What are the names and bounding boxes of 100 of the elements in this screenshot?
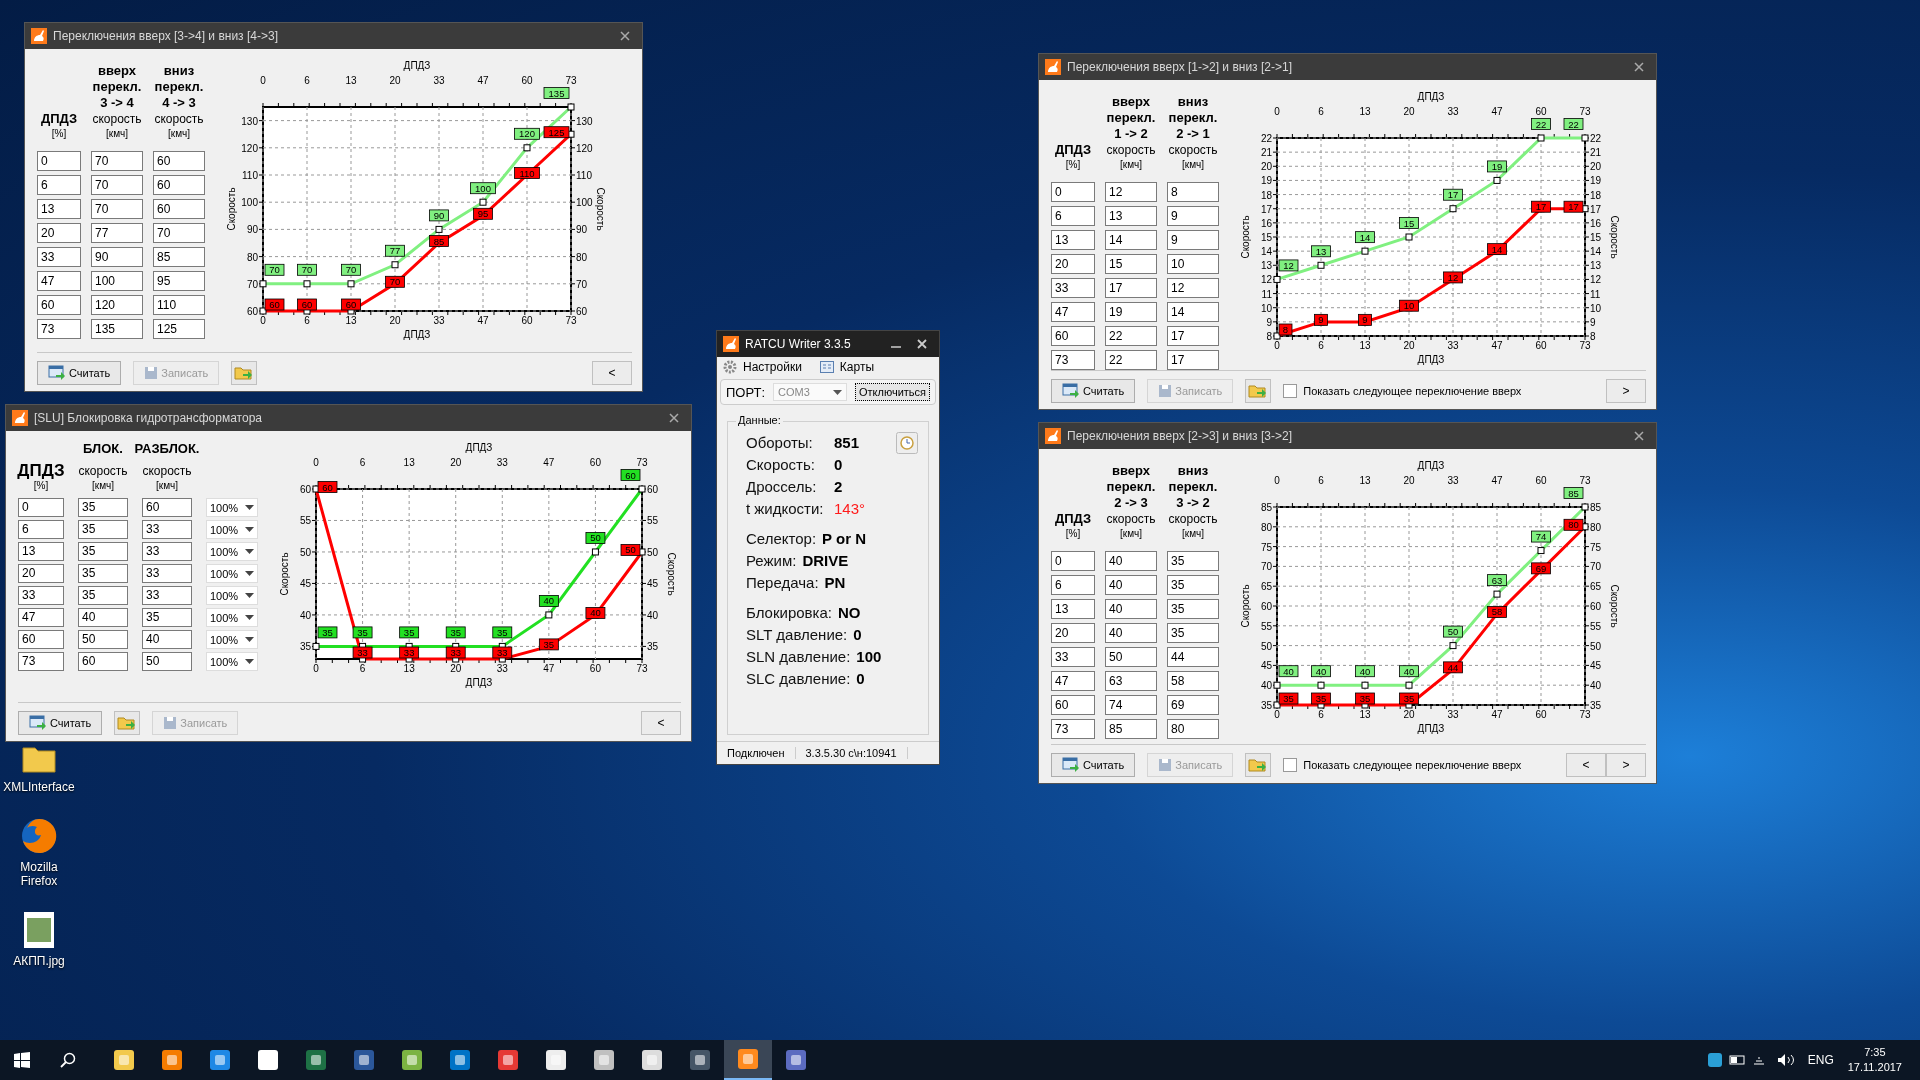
desktop-icon-label[interactable]: АКПП.jpg xyxy=(13,954,65,968)
close-icon[interactable] xyxy=(1634,62,1644,72)
value-field[interactable]: 110 xyxy=(153,295,205,315)
value-field[interactable]: 22 xyxy=(1105,326,1157,346)
close-icon[interactable] xyxy=(669,413,679,423)
percent-dropdown[interactable]: 100% xyxy=(206,520,258,539)
value-field[interactable]: 20 xyxy=(1051,254,1095,274)
value-field[interactable]: 35 xyxy=(1167,623,1219,643)
value-field[interactable]: 35 xyxy=(78,520,128,539)
value-field[interactable]: 40 xyxy=(1105,575,1157,595)
value-field[interactable]: 85 xyxy=(1105,719,1157,739)
nav-button[interactable]: < xyxy=(592,361,632,385)
value-field[interactable]: 77 xyxy=(91,223,143,243)
value-field[interactable]: 125 xyxy=(153,319,205,339)
value-field[interactable]: 20 xyxy=(37,223,81,243)
value-field[interactable]: 44 xyxy=(1167,647,1219,667)
value-field[interactable]: 17 xyxy=(1167,326,1219,346)
value-field[interactable]: 100 xyxy=(91,271,143,291)
taskbar-button[interactable] xyxy=(724,1040,772,1080)
value-field[interactable]: 73 xyxy=(1051,719,1095,739)
value-field[interactable]: 47 xyxy=(1051,671,1095,691)
percent-dropdown[interactable]: 100% xyxy=(206,498,258,517)
value-field[interactable]: 35 xyxy=(78,586,128,605)
value-field[interactable]: 20 xyxy=(18,564,64,583)
value-field[interactable]: 40 xyxy=(78,608,128,627)
value-field[interactable]: 60 xyxy=(18,630,64,649)
show-next-checkbox[interactable]: Показать следующее переключение вверх xyxy=(1283,384,1522,398)
value-field[interactable]: 13 xyxy=(18,542,64,561)
value-field[interactable]: 47 xyxy=(37,271,81,291)
value-field[interactable]: 9 xyxy=(1167,206,1219,226)
value-field[interactable]: 60 xyxy=(78,652,128,671)
percent-dropdown[interactable]: 100% xyxy=(206,652,258,671)
value-field[interactable]: 33 xyxy=(18,586,64,605)
disconnect-button[interactable]: Отключиться xyxy=(854,383,930,401)
value-field[interactable]: 13 xyxy=(1105,206,1157,226)
value-field[interactable]: 33 xyxy=(1051,647,1095,667)
search-icon[interactable] xyxy=(60,1052,76,1068)
value-field[interactable]: 63 xyxy=(1105,671,1157,691)
value-field[interactable]: 9 xyxy=(1167,230,1219,250)
value-field[interactable]: 12 xyxy=(1105,182,1157,202)
value-field[interactable]: 6 xyxy=(1051,575,1095,595)
value-field[interactable]: 0 xyxy=(1051,182,1095,202)
value-field[interactable]: 35 xyxy=(142,608,192,627)
value-field[interactable]: 33 xyxy=(1051,278,1095,298)
value-field[interactable]: 40 xyxy=(1105,623,1157,643)
show-next-checkbox[interactable]: Показать следующее переключение вверх xyxy=(1283,758,1522,772)
value-field[interactable]: 73 xyxy=(18,652,64,671)
value-field[interactable]: 135 xyxy=(91,319,143,339)
action-button[interactable]: Считать xyxy=(1051,379,1136,403)
value-field[interactable]: 47 xyxy=(18,608,64,627)
value-field[interactable]: 73 xyxy=(1051,350,1095,370)
image-file-icon[interactable] xyxy=(21,910,57,950)
nav-button[interactable]: < xyxy=(1566,753,1606,777)
value-field[interactable]: 50 xyxy=(1105,647,1157,667)
close-icon[interactable] xyxy=(1634,431,1644,441)
value-field[interactable]: 120 xyxy=(91,295,143,315)
value-field[interactable]: 10 xyxy=(1167,254,1219,274)
value-field[interactable]: 70 xyxy=(153,223,205,243)
globe-icon[interactable] xyxy=(19,816,59,856)
value-field[interactable]: 14 xyxy=(1105,230,1157,250)
value-field[interactable]: 74 xyxy=(1105,695,1157,715)
action-button[interactable]: Считать xyxy=(18,711,103,735)
value-field[interactable]: 12 xyxy=(1167,278,1219,298)
value-field[interactable]: 60 xyxy=(153,151,205,171)
value-field[interactable]: 33 xyxy=(142,586,192,605)
value-field[interactable]: 69 xyxy=(1167,695,1219,715)
nav-button[interactable]: < xyxy=(641,711,681,735)
percent-dropdown[interactable]: 100% xyxy=(206,630,258,649)
tray-icons[interactable] xyxy=(1707,1052,1794,1068)
action-button[interactable]: Считать xyxy=(1051,753,1136,777)
value-field[interactable]: 0 xyxy=(37,151,81,171)
value-field[interactable]: 8 xyxy=(1167,182,1219,202)
value-field[interactable]: 70 xyxy=(91,175,143,195)
clock[interactable]: 7:35 17.11.2017 xyxy=(1847,1045,1902,1075)
value-field[interactable]: 50 xyxy=(78,630,128,649)
menu-item[interactable]: Настройки xyxy=(723,360,802,374)
value-field[interactable]: 47 xyxy=(1051,302,1095,322)
windows-logo-icon[interactable] xyxy=(14,1052,30,1068)
value-field[interactable]: 0 xyxy=(18,498,64,517)
value-field[interactable]: 80 xyxy=(1167,719,1219,739)
value-field[interactable]: 90 xyxy=(91,247,143,267)
value-field[interactable]: 35 xyxy=(78,542,128,561)
value-field[interactable]: 35 xyxy=(1167,599,1219,619)
action-button[interactable]: Считать xyxy=(37,361,122,385)
value-field[interactable]: 50 xyxy=(142,652,192,671)
value-field[interactable]: 6 xyxy=(18,520,64,539)
value-field[interactable]: 13 xyxy=(37,199,81,219)
value-field[interactable]: 33 xyxy=(142,520,192,539)
menu-item[interactable]: Карты xyxy=(819,360,875,374)
value-field[interactable]: 60 xyxy=(1051,326,1095,346)
value-field[interactable]: 6 xyxy=(37,175,81,195)
value-field[interactable]: 35 xyxy=(78,498,128,517)
value-field[interactable]: 33 xyxy=(142,564,192,583)
value-field[interactable]: 95 xyxy=(153,271,205,291)
nav-button[interactable]: > xyxy=(1606,753,1646,777)
close-icon[interactable] xyxy=(620,31,630,41)
close-icon[interactable] xyxy=(917,339,927,349)
value-field[interactable]: 33 xyxy=(37,247,81,267)
value-field[interactable]: 60 xyxy=(37,295,81,315)
value-field[interactable]: 22 xyxy=(1105,350,1157,370)
